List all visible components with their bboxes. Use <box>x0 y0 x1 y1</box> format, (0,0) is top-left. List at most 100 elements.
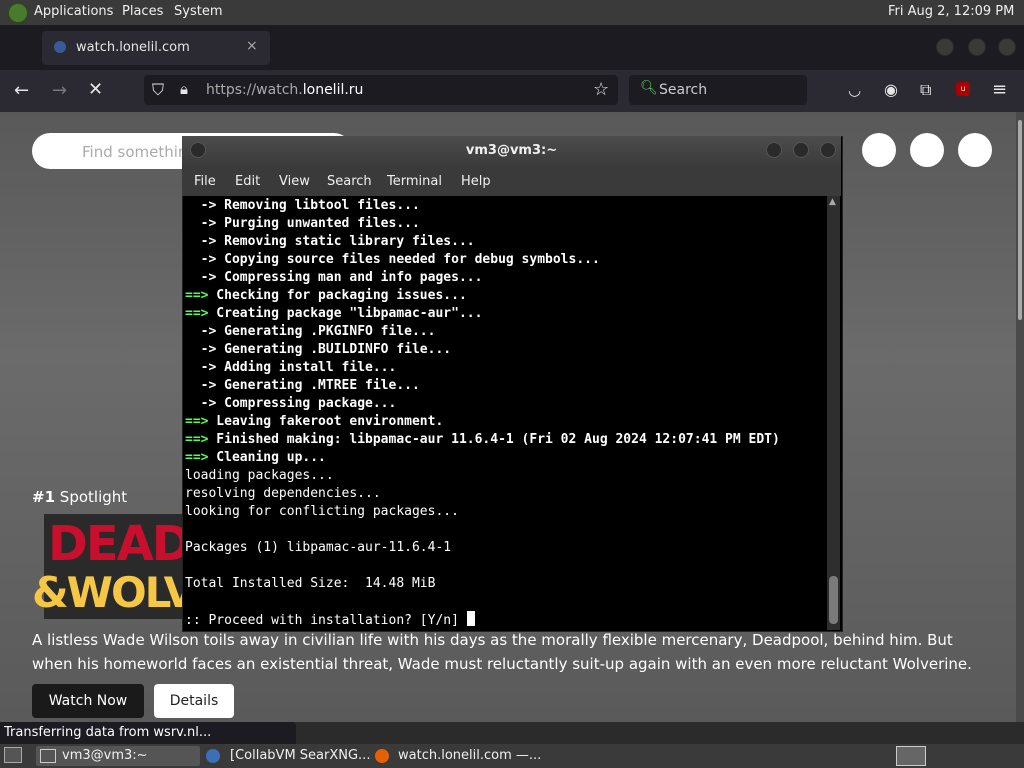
menu-terminal[interactable]: Terminal <box>387 174 442 189</box>
terminal-line-text: looking for conflicting packages... <box>185 504 459 519</box>
search-engine-icon: 🔍︎ <box>640 80 658 96</box>
terminal-line-text: Removing libtool files... <box>216 198 420 213</box>
shield-icon[interactable]: ⛉ <box>152 80 164 100</box>
terminal-line-text: Cleaning up... <box>208 450 326 465</box>
terminal-line: ==> Creating package "libpamac-aur"... <box>185 305 780 323</box>
menu-applications[interactable]: Applications <box>34 4 113 19</box>
show-desktop-icon[interactable] <box>4 747 22 763</box>
terminal-output[interactable]: -> Removing libtool files... -> Purging … <box>185 197 780 630</box>
terminal-line: ==> Leaving fakeroot environment. <box>185 413 780 431</box>
workspace-switcher[interactable] <box>896 746 926 766</box>
close-window-button[interactable] <box>998 38 1016 56</box>
terminal-line-prefix: -> <box>185 342 217 357</box>
terminal-maximize-button[interactable] <box>793 142 809 158</box>
terminal-line-prefix: ==> <box>185 288 209 303</box>
terminal-line-text: Generating .MTREE file... <box>216 378 420 393</box>
clock[interactable]: Fri Aug 2, 12:09 PM <box>888 4 1014 19</box>
terminal-line-text: resolving dependencies... <box>185 486 381 501</box>
terminal-line: -> Removing libtool files... <box>185 197 780 215</box>
terminal-line-text: Compressing package... <box>216 396 397 411</box>
terminal-close-button[interactable] <box>820 142 836 158</box>
terminal-line-text <box>185 558 193 573</box>
terminal-line-text: Packages (1) libpamac-aur-11.6.4-1 <box>185 540 452 555</box>
menu-hamburger-icon[interactable]: ≡ <box>992 79 1007 100</box>
terminal-line: Total Installed Size: 14.48 MiB <box>185 575 780 593</box>
terminal-line-text: Total Installed Size: 14.48 MiB <box>185 576 436 591</box>
menu-edit[interactable]: Edit <box>235 174 260 189</box>
forward-icon[interactable]: → <box>52 80 67 101</box>
terminal-line: -> Compressing man and info pages... <box>185 269 780 287</box>
terminal-line: -> Generating .BUILDINFO file... <box>185 341 780 359</box>
search-placeholder: Search <box>659 82 708 98</box>
menu-view[interactable]: View <box>279 174 310 189</box>
header-circle-button[interactable] <box>958 133 992 167</box>
terminal-line: ==> Checking for packaging issues... <box>185 287 780 305</box>
firefox-icon <box>375 749 389 763</box>
menu-search[interactable]: Search <box>327 174 372 189</box>
scroll-up-icon[interactable]: ▲ <box>829 197 836 207</box>
favicon-icon <box>54 41 66 53</box>
terminal-line-prefix: -> <box>185 234 217 249</box>
terminal-line-text: Compressing man and info pages... <box>216 270 483 285</box>
terminal-line: :: Proceed with installation? [Y/n] <box>185 611 780 630</box>
taskbar-item-terminal[interactable]: vm3@vm3:~ <box>36 746 200 766</box>
terminal-line-prefix: ==> <box>185 432 209 447</box>
terminal-line-text: loading packages... <box>185 468 334 483</box>
terminal-scrollbar[interactable] <box>827 196 840 630</box>
terminal-line-text: Purging unwanted files... <box>216 216 420 231</box>
header-circle-button[interactable] <box>862 133 896 167</box>
terminal-line: -> Removing static library files... <box>185 233 780 251</box>
terminal-scrollbar-thumb[interactable] <box>829 576 838 624</box>
terminal-line-text: Generating .PKGINFO file... <box>216 324 436 339</box>
maximize-window-button[interactable] <box>968 38 986 56</box>
menu-system[interactable]: System <box>174 4 222 19</box>
menu-file[interactable]: File <box>194 174 216 189</box>
browser-app-icon <box>206 749 220 763</box>
tab-close-icon[interactable]: × <box>246 38 258 54</box>
menu-places[interactable]: Places <box>122 4 163 19</box>
terminal-line-prefix: -> <box>185 270 217 285</box>
terminal-line: ==> Finished making: libpamac-aur 11.6.4… <box>185 431 780 449</box>
spotlight-heading: #1 Spotlight <box>32 488 128 506</box>
terminal-line-prefix: ==> <box>185 306 209 321</box>
terminal-line: -> Copying source files needed for debug… <box>185 251 780 269</box>
extensions-icon[interactable]: ⧉ <box>920 80 931 100</box>
terminal-line-prefix: -> <box>185 198 217 213</box>
header-circle-button[interactable] <box>910 133 944 167</box>
terminal-line-text: Checking for packaging issues... <box>208 288 467 303</box>
tab-title: watch.lonelil.com <box>76 40 190 55</box>
terminal-line-text <box>185 594 193 609</box>
terminal-line-prefix: -> <box>185 396 217 411</box>
poster-logo-text: &WOLV <box>32 568 196 617</box>
minimize-window-button[interactable] <box>936 38 954 56</box>
pocket-icon[interactable]: ◡ <box>848 81 861 99</box>
ublock-icon[interactable]: u <box>956 82 970 96</box>
terminal-line-text: :: Proceed with installation? [Y/n] <box>185 613 467 628</box>
stop-loading-icon[interactable]: ✕ <box>88 79 103 100</box>
details-button[interactable]: Details <box>154 684 234 718</box>
watch-now-button[interactable]: Watch Now <box>32 684 144 718</box>
terminal-line-prefix: ==> <box>185 450 209 465</box>
terminal-line: ==> Cleaning up... <box>185 449 780 467</box>
terminal-menubar: File Edit View Search Terminal Help <box>182 166 841 196</box>
taskbar-item-collabvm[interactable]: [CollabVM SearXNG... <box>230 746 370 766</box>
terminal-icon <box>40 749 56 763</box>
url-text[interactable]: https://watch.lonelil.ru <box>206 82 363 98</box>
terminal-line: -> Generating .MTREE file... <box>185 377 780 395</box>
menu-help[interactable]: Help <box>461 174 491 189</box>
terminal-line-prefix: -> <box>185 360 217 375</box>
terminal-title: vm3@vm3:~ <box>465 143 558 158</box>
terminal-line-prefix: -> <box>185 216 217 231</box>
page-scrollbar-thumb[interactable] <box>1018 120 1022 320</box>
terminal-line-text: Removing static library files... <box>216 234 475 249</box>
terminal-minimize-button[interactable] <box>766 142 782 158</box>
terminal-line-prefix: ==> <box>185 414 209 429</box>
lock-icon[interactable]: 🔒︎ <box>180 80 188 98</box>
bookmark-star-icon[interactable]: ☆ <box>593 79 609 100</box>
top-panel: Applications Places System Fri Aug 2, 12… <box>0 0 1024 25</box>
account-icon[interactable]: ◉ <box>884 80 898 99</box>
back-icon[interactable]: ← <box>14 80 29 101</box>
terminal-line-prefix: -> <box>185 324 217 339</box>
taskbar-item-firefox[interactable]: watch.lonelil.com —... <box>398 746 541 766</box>
distro-logo-icon[interactable] <box>8 3 28 23</box>
